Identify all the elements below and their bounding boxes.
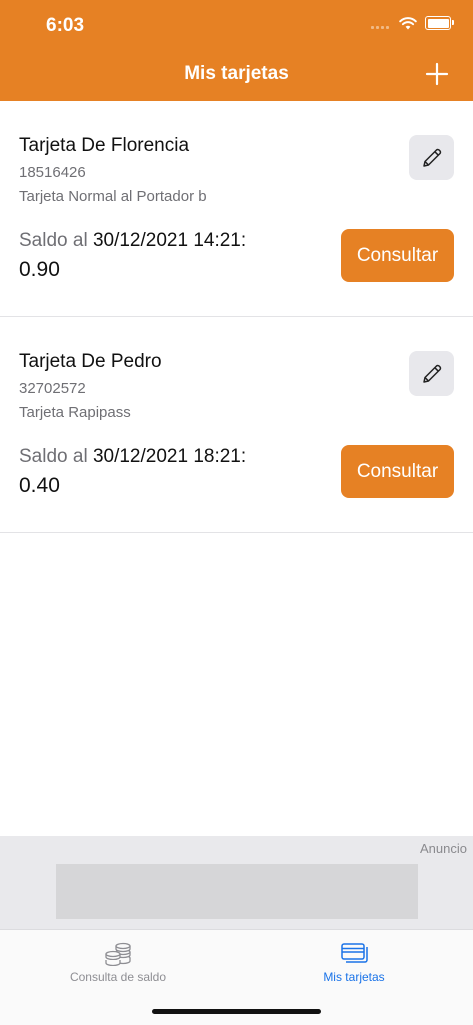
status-time: 6:03 <box>46 15 85 36</box>
card-list: Tarjeta De Florencia 18516426 Tarjeta No… <box>0 101 473 533</box>
wifi-icon <box>399 16 417 29</box>
card-item: Tarjeta De Pedro 32702572 Tarjeta Rapipa… <box>0 317 473 533</box>
app-header: 6:03 Mis tarjetas <box>0 0 473 101</box>
page-title: Mis tarjetas <box>184 63 289 84</box>
card-type: Tarjeta Normal al Portador b <box>19 188 207 205</box>
tab-label: Consulta de saldo <box>69 970 167 984</box>
status-indicators <box>371 16 454 30</box>
card-type: Tarjeta Rapipass <box>19 404 131 421</box>
balance-amount: 0.90 <box>19 258 60 281</box>
ad-label: Anuncio <box>420 841 467 856</box>
consult-button[interactable]: Consultar <box>341 445 454 498</box>
add-card-button[interactable] <box>425 62 449 86</box>
balance-label: Saldo al 30/12/2021 18:21: <box>19 446 246 468</box>
pencil-icon <box>422 364 441 383</box>
edit-card-button[interactable] <box>409 135 454 180</box>
balance-prefix: Saldo al <box>19 446 93 467</box>
pencil-icon <box>422 148 441 167</box>
cellular-signal-icon <box>371 17 389 29</box>
tab-mis-tarjetas[interactable]: Mis tarjetas <box>236 930 472 990</box>
card-name: Tarjeta De Pedro <box>19 351 162 372</box>
credit-card-icon <box>341 943 368 963</box>
plus-icon <box>425 62 449 86</box>
card-number: 18516426 <box>19 164 86 181</box>
card-number: 32702572 <box>19 380 86 397</box>
balance-amount: 0.40 <box>19 474 60 497</box>
coins-stack-icon <box>105 942 131 966</box>
ad-banner[interactable] <box>56 864 418 919</box>
tab-consulta-de-saldo[interactable]: Consulta de saldo <box>0 930 236 990</box>
ad-container: Anuncio <box>0 836 473 929</box>
battery-icon <box>425 16 454 30</box>
balance-label: Saldo al 30/12/2021 14:21: <box>19 230 246 252</box>
home-indicator <box>152 1009 321 1014</box>
card-name: Tarjeta De Florencia <box>19 135 190 156</box>
edit-card-button[interactable] <box>409 351 454 396</box>
balance-date: 30/12/2021 18:21: <box>92 446 247 467</box>
card-item: Tarjeta De Florencia 18516426 Tarjeta No… <box>0 101 473 317</box>
tab-label: Mis tarjetas <box>323 970 385 984</box>
balance-date: 30/12/2021 14:21: <box>92 230 247 251</box>
consult-button[interactable]: Consultar <box>341 229 454 282</box>
balance-prefix: Saldo al <box>19 230 93 251</box>
